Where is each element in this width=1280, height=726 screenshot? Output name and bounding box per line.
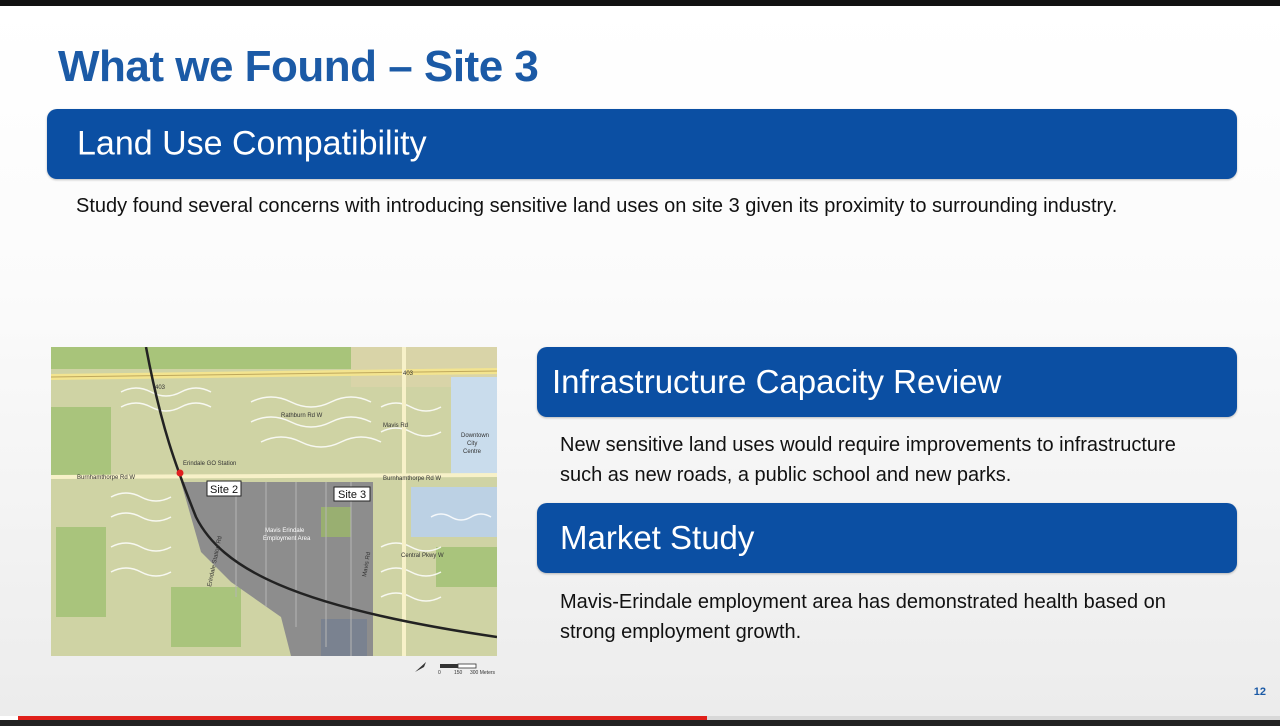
map-label-employment-area: Employment Area [263, 536, 311, 542]
section-heading: Market Study [560, 519, 755, 556]
map-label-mavis: Mavis Rd [383, 423, 408, 429]
map-label-station: Erindale GO Station [183, 461, 236, 467]
market-study-text: Mavis-Erindale employment area has demon… [560, 591, 1166, 643]
slide-title: What we Found – Site 3 [58, 42, 539, 91]
map-label-downtown: Downtown [461, 433, 489, 439]
map-label-hwy-403-right: 403 [403, 371, 414, 377]
north-arrow-icon [415, 662, 426, 672]
map-label-burnhamthorpe-left: Burnhamthorpe Rd W [77, 475, 135, 481]
map-scale-bar: 0 150 300 Meters [415, 662, 496, 676]
section-header-infrastructure: Infrastructure Capacity Review [537, 347, 1237, 417]
map-label-burnhamthorpe-right: Burnhamthorpe Rd W [383, 476, 441, 482]
map-label-site3: Site 3 [338, 489, 366, 501]
page-number: 12 [1253, 686, 1266, 698]
video-bottom-strip [0, 720, 1280, 726]
scale-label-0: 0 [438, 670, 441, 676]
scale-label-300: 300 Meters [470, 670, 496, 676]
map-label-rathburn: Rathburn Rd W [281, 413, 323, 419]
map-label-site2: Site 2 [210, 484, 238, 496]
map-label-downtown-city: City [467, 441, 477, 447]
infrastructure-text: New sensitive land uses would require im… [560, 434, 1176, 486]
section-header-market-study: Market Study [537, 503, 1237, 573]
site-map: 403 403 Rathburn Rd W Mavis Rd Downtown … [51, 347, 497, 656]
section-header-land-use: Land Use Compatibility [47, 109, 1237, 179]
section-heading: Infrastructure Capacity Review [552, 363, 1002, 400]
map-label-central-pkwy: Central Pkwy W [401, 553, 444, 559]
section-heading: Land Use Compatibility [77, 124, 427, 163]
map-label-downtown-centre: Centre [463, 449, 482, 455]
map-label-employment: Mavis Erindale [265, 528, 305, 534]
map-label-hwy-403-left: 403 [155, 385, 166, 391]
scale-label-150: 150 [454, 670, 463, 676]
land-use-text: Study found several concerns with introd… [76, 195, 1118, 217]
slide: What we Found – Site 3 Land Use Compatib… [0, 6, 1280, 716]
